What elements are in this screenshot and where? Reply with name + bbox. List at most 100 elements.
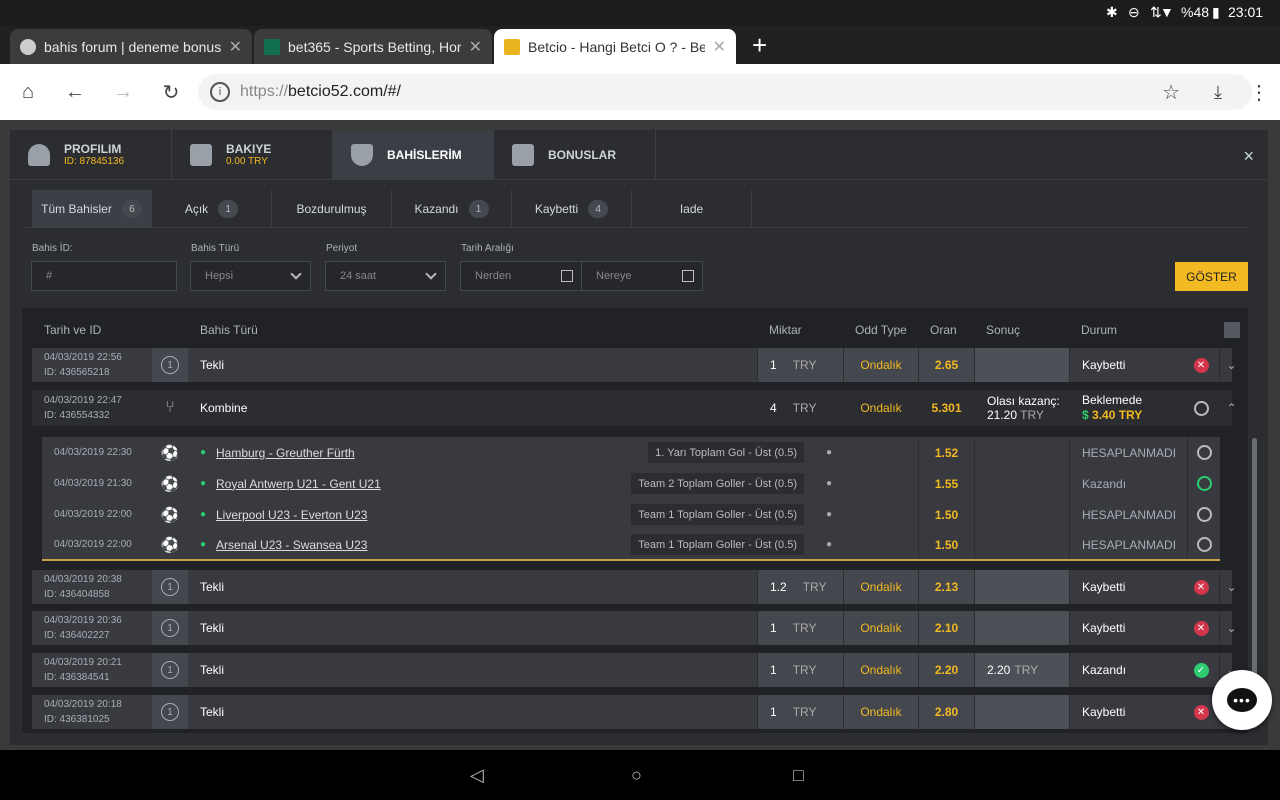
odd-value: 5.301 bbox=[918, 390, 974, 426]
back-icon[interactable]: ← bbox=[62, 79, 88, 105]
date-from-input[interactable]: Nerden bbox=[460, 261, 582, 291]
filter-label: Kazandı bbox=[414, 202, 459, 216]
selection-match[interactable]: Arsenal U23 - Swansea U23 bbox=[216, 530, 367, 559]
selection-market: Team 1 Toplam Goller - Üst (0.5) bbox=[631, 504, 804, 525]
filter-label: Bozdurulmuş bbox=[296, 202, 367, 216]
chevron-down-icon[interactable]: ⌄ bbox=[1219, 348, 1243, 382]
bet-result bbox=[974, 695, 1069, 729]
download-icon[interactable]: ⤓ bbox=[1214, 82, 1222, 103]
nav-back-icon[interactable]: ◁ bbox=[470, 765, 484, 786]
bet-status: Beklemede bbox=[1082, 393, 1143, 407]
address-bar[interactable]: i https://betcio52.com/#/ ☆ ⤓ bbox=[198, 74, 1252, 110]
home-icon[interactable]: ⌂ bbox=[15, 79, 41, 105]
browser-tab-1[interactable]: bahis forum | deneme bonusu ✕ bbox=[10, 29, 252, 64]
close-modal-icon[interactable]: × bbox=[1243, 146, 1254, 167]
calendar-icon bbox=[682, 270, 694, 282]
odd-type: Ondalık bbox=[843, 348, 918, 382]
chevron-down-icon[interactable]: ⌄ bbox=[1219, 611, 1243, 645]
browser-tab-2[interactable]: bet365 - Sports Betting, Horse ✕ bbox=[254, 29, 492, 64]
nav-home-icon[interactable]: ○ bbox=[631, 765, 642, 786]
expand-all-icon[interactable] bbox=[1224, 322, 1240, 338]
browser-toolbar: ⌂ ← → ↻ i https://betcio52.com/#/ ☆ ⤓ ⋮ bbox=[0, 64, 1280, 120]
bet-id: ID: 436404858 bbox=[44, 589, 110, 600]
chevron-down-icon bbox=[290, 268, 302, 280]
bet-amount: 1 bbox=[770, 663, 777, 677]
info-icon[interactable]: i bbox=[210, 82, 230, 102]
selection-match[interactable]: Hamburg - Greuther Fürth bbox=[216, 437, 355, 468]
selection-match[interactable]: Royal Antwerp U21 - Gent U21 bbox=[216, 468, 381, 499]
bet-result bbox=[974, 348, 1069, 382]
reload-icon[interactable]: ↻ bbox=[158, 79, 184, 105]
browser-tab-3[interactable]: Betcio - Hangi Betci O ? - Betcio ✕ bbox=[494, 29, 736, 64]
soccer-ball-icon: ⚽ bbox=[160, 444, 180, 462]
tab-balance[interactable]: BAKIYE 0.00 TRY bbox=[172, 130, 333, 180]
chat-button[interactable]: ••• bbox=[1212, 670, 1272, 730]
bet-currency: TRY bbox=[792, 705, 817, 719]
table-row[interactable]: 04/03/2019 20:36 ID: 436402227 1 Tekli 1 T… bbox=[32, 611, 1237, 645]
chat-bubble-icon: ••• bbox=[1227, 688, 1257, 712]
table-row[interactable]: 04/03/2019 20:38 ID: 436404858 1 Tekli 1.… bbox=[32, 570, 1237, 604]
bet-type: Tekli bbox=[200, 580, 225, 594]
tab-profile[interactable]: PROFILIM ID: 87845136 bbox=[10, 130, 172, 180]
website: PROFILIM ID: 87845136 BAKIYE 0.00 TRY BAHİ… bbox=[0, 120, 1280, 750]
selection-date: 04/03/2019 22:00 bbox=[54, 539, 132, 550]
battery-icon: ▮ bbox=[1212, 4, 1220, 20]
filter-won[interactable]: Kazandı 1 bbox=[392, 190, 512, 228]
bet-date: 04/03/2019 20:38 bbox=[44, 574, 122, 585]
bet-currency: TRY bbox=[792, 401, 817, 415]
chevron-up-icon[interactable]: ⌃ bbox=[1219, 390, 1243, 426]
date-to-input[interactable]: Nereye bbox=[581, 261, 703, 291]
filter-cashed-out[interactable]: Bozdurulmuş bbox=[272, 190, 392, 228]
cashout-amount: 3.40 TRY bbox=[1092, 408, 1143, 422]
bet-amount: 1 bbox=[770, 705, 777, 719]
bet-id-placeholder: # bbox=[46, 270, 53, 282]
filter-open[interactable]: Açık 1 bbox=[152, 190, 272, 228]
possible-win-currency: TRY bbox=[1020, 408, 1044, 422]
filter-all[interactable]: Tüm Bahisler 6 bbox=[32, 190, 152, 228]
bet-type-select[interactable]: Hepsi bbox=[190, 261, 311, 291]
filter-refund[interactable]: Iade bbox=[632, 190, 752, 228]
filter-lost[interactable]: Kaybetti 4 bbox=[512, 190, 632, 228]
nav-recents-icon[interactable]: □ bbox=[793, 765, 804, 786]
stats-icon[interactable]: ● bbox=[816, 437, 842, 468]
tab-my-bets[interactable]: BAHİSLERİM bbox=[333, 130, 494, 180]
chevron-down-icon[interactable]: ⌄ bbox=[1219, 570, 1243, 604]
table-row[interactable]: 04/03/2019 20:21 ID: 436384541 1 Tekli 1 T… bbox=[32, 653, 1237, 687]
selection-match[interactable]: Liverpool U23 - Everton U23 bbox=[216, 499, 367, 530]
new-tab-icon[interactable]: + bbox=[752, 30, 767, 61]
date-from-placeholder: Nerden bbox=[475, 270, 512, 282]
table-row[interactable]: 04/03/2019 22:47 ID: 436554332 ⑂ Kombine … bbox=[32, 390, 1237, 426]
bookmark-star-icon[interactable]: ☆ bbox=[1162, 80, 1180, 105]
odd-type: Ondalık bbox=[843, 695, 918, 729]
table-row[interactable]: 04/03/2019 20:18 ID: 436381025 1 Tekli 1 T… bbox=[32, 695, 1232, 729]
stats-icon[interactable]: ● bbox=[816, 530, 842, 559]
bet-id-input[interactable]: # bbox=[31, 261, 177, 291]
stats-icon[interactable]: ● bbox=[816, 468, 842, 499]
menu-icon[interactable]: ⋮ bbox=[1246, 79, 1272, 105]
stats-icon[interactable]: ● bbox=[816, 499, 842, 530]
bet-status: Kaybetti bbox=[1069, 348, 1183, 382]
tab-bonuses[interactable]: BONUSLAR bbox=[494, 130, 656, 180]
bet-amount: 1 bbox=[770, 358, 777, 372]
filter-label: Iade bbox=[679, 202, 704, 216]
close-tab-icon[interactable]: ✕ bbox=[469, 37, 482, 57]
bet-type: Tekli bbox=[200, 621, 225, 635]
close-tab-icon[interactable]: ✕ bbox=[713, 37, 726, 57]
filter-count: 1 bbox=[468, 200, 489, 218]
bet-date: 04/03/2019 20:21 bbox=[44, 657, 122, 668]
bet-amount: 1 bbox=[770, 621, 777, 635]
table-row[interactable]: 04/03/2019 22:56 ID: 436565218 1 Tekli 1 T… bbox=[32, 348, 1237, 382]
bet-currency: TRY bbox=[802, 580, 827, 594]
close-tab-icon[interactable]: ✕ bbox=[229, 37, 242, 57]
gift-icon bbox=[512, 144, 534, 166]
bet-amount: 4 bbox=[770, 401, 777, 415]
forward-icon[interactable]: → bbox=[110, 79, 136, 105]
single-bet-icon: 1 bbox=[161, 578, 179, 596]
bets-table: Tarih ve ID Bahis Türü Miktar Odd Type O… bbox=[22, 308, 1257, 733]
bet-status: Kaybetti bbox=[1069, 695, 1183, 729]
col-bet-type: Bahis Türü bbox=[200, 323, 258, 337]
show-button[interactable]: GÖSTER bbox=[1175, 262, 1248, 291]
selection-market: Team 2 Toplam Goller - Üst (0.5) bbox=[631, 473, 804, 494]
odd-value: 2.65 bbox=[918, 348, 974, 382]
period-select[interactable]: 24 saat bbox=[325, 261, 446, 291]
